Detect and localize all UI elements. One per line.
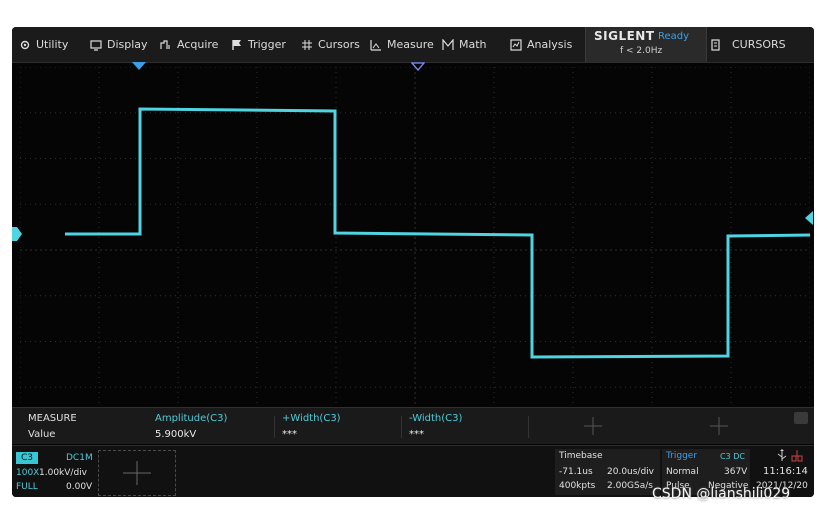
menu-analysis-label: Analysis — [527, 38, 573, 51]
waveform-display[interactable] — [20, 67, 810, 433]
timebase-memory: 400kpts — [559, 481, 596, 491]
run-status: Ready — [658, 31, 690, 42]
menu-acquire[interactable]: Acquire — [160, 27, 218, 62]
add-channel-box[interactable] — [98, 450, 176, 496]
usb-icon — [777, 449, 787, 461]
channel-bandwidth: FULL — [16, 482, 38, 492]
trigger-level: 367V — [724, 467, 748, 477]
menu-trigger[interactable]: Trigger — [231, 27, 286, 62]
measure-slot-2-param[interactable]: +Width(C3) — [282, 413, 341, 424]
channel-badge[interactable]: C3 — [16, 452, 38, 464]
add-measure-slot-5-icon[interactable] — [709, 416, 729, 436]
measure-title: MEASURE — [28, 413, 77, 424]
measure-close-button[interactable] — [794, 412, 808, 424]
timebase-sample-rate: 2.00GSa/s — [607, 481, 653, 491]
measure-slot-3-value: *** — [409, 429, 424, 440]
channel-scale: 1.00kV/div — [39, 468, 87, 478]
brand-status-box: SIGLENT Ready f < 2.0Hz — [585, 27, 707, 62]
measure-separator — [401, 416, 402, 438]
math-icon — [442, 38, 454, 50]
cursors-icon — [302, 39, 312, 50]
cursors-panel-label: CURSORS — [732, 38, 786, 51]
document-icon — [711, 38, 720, 51]
channel-offset-marker[interactable] — [12, 227, 22, 241]
channel-c3-trace — [65, 107, 810, 359]
ruler-icon — [370, 39, 381, 51]
channel-coupling: DC1M — [66, 453, 93, 463]
menu-utility-label: Utility — [36, 38, 69, 51]
acquire-icon — [160, 39, 170, 49]
menu-measure[interactable]: Measure — [370, 27, 434, 62]
menu-trigger-label: Trigger — [248, 38, 286, 51]
measure-slot-2-value: *** — [282, 429, 297, 440]
menu-cursors-label: Cursors — [318, 38, 360, 51]
horizontal-center-marker[interactable] — [411, 62, 425, 71]
menu-bar: Utility Display Acquire Trigger Cursors … — [12, 27, 814, 63]
trigger-frequency: f < 2.0Hz — [620, 46, 663, 56]
measure-strip: MEASURE Value Amplitude(C3) 5.900kV +Wid… — [12, 407, 814, 444]
channel-offset: 0.00V — [66, 482, 93, 492]
measure-value-label: Value — [28, 429, 56, 440]
watermark: CSDN @lianshili029 — [652, 486, 791, 502]
menu-utility[interactable]: Utility — [19, 27, 68, 62]
trigger-title: Trigger — [666, 451, 698, 461]
trigger-level-marker[interactable] — [803, 211, 813, 225]
trigger-position-marker[interactable] — [132, 62, 146, 71]
brand-logo: SIGLENT — [594, 29, 655, 43]
menu-math-label: Math — [459, 38, 487, 51]
menu-display-label: Display — [107, 38, 148, 51]
timebase-title: Timebase — [559, 451, 603, 461]
network-icon — [791, 450, 803, 462]
timebase-scale: 20.0us/div — [607, 467, 655, 477]
timebase-delay: -71.1us — [559, 467, 593, 477]
add-measure-slot-4-icon[interactable] — [583, 416, 603, 436]
monitor-icon — [90, 39, 102, 51]
add-channel-icon — [123, 461, 151, 485]
trigger-mode: Normal — [666, 467, 699, 477]
menu-cursors[interactable]: Cursors — [301, 27, 360, 62]
measure-separator — [274, 416, 275, 438]
menu-measure-label: Measure — [387, 38, 434, 51]
menu-display[interactable]: Display — [90, 27, 148, 62]
cursors-panel-tab[interactable]: CURSORS — [709, 27, 786, 62]
measure-slot-1-value: 5.900kV — [155, 429, 197, 440]
oscilloscope-screen: Utility Display Acquire Trigger Cursors … — [12, 27, 814, 497]
trigger-source: C3 DC — [720, 452, 745, 461]
analysis-icon — [510, 38, 522, 51]
measure-separator — [528, 416, 529, 438]
measure-slot-3-param[interactable]: -Width(C3) — [409, 413, 462, 424]
menu-acquire-label: Acquire — [177, 38, 219, 51]
menu-analysis[interactable]: Analysis — [510, 27, 572, 62]
gear-icon — [20, 40, 30, 49]
channel-probe: 100X — [16, 468, 40, 478]
clock-time: 11:16:14 — [763, 466, 808, 477]
flag-icon — [232, 39, 241, 50]
menu-math[interactable]: Math — [442, 27, 487, 62]
timebase-box[interactable]: Timebase -71.1us 20.0us/div 400kpts 2.00… — [555, 449, 660, 495]
measure-slot-1-param[interactable]: Amplitude(C3) — [155, 413, 227, 424]
